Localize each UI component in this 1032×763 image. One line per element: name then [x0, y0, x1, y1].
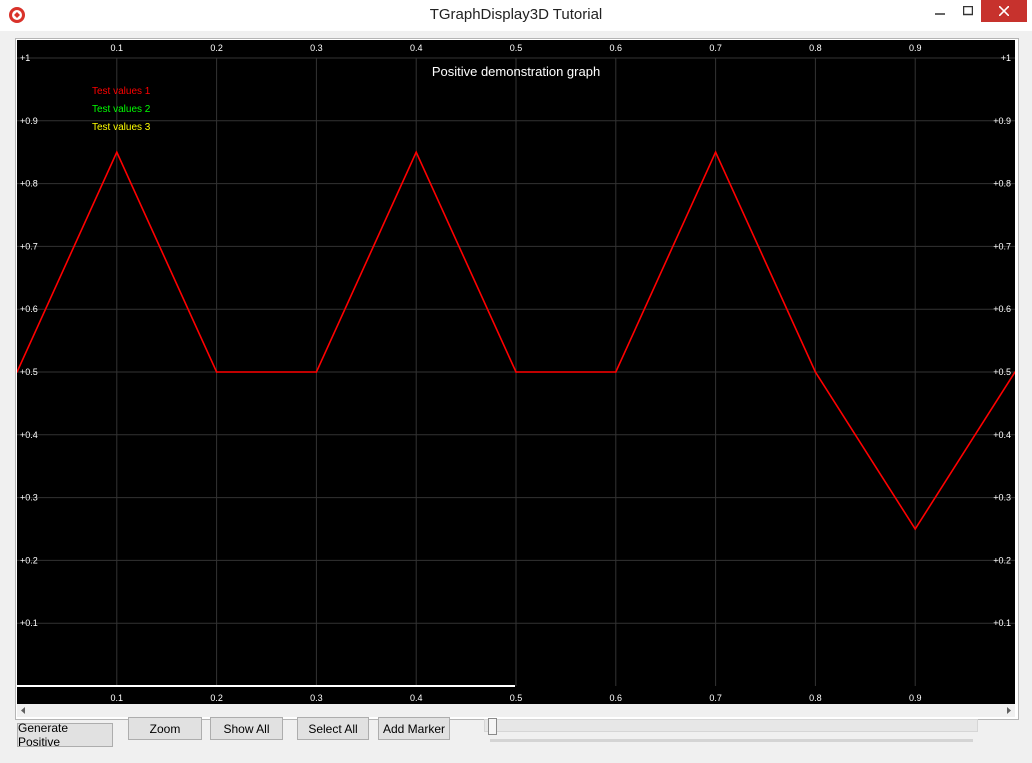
x-tick-label-top: 0.5 — [510, 43, 523, 53]
y-tick-label-right: +0.3 — [993, 493, 1011, 503]
legend-entry-1: Test values 1 — [92, 86, 151, 97]
data-point — [415, 151, 418, 153]
x-tick-label-bottom: 0.2 — [210, 693, 223, 703]
select-all-button[interactable]: Select All — [297, 717, 369, 740]
data-point — [914, 528, 916, 530]
zoom-button[interactable]: Zoom — [128, 717, 202, 740]
legend-entry-2: Test values 2 — [92, 104, 151, 115]
x-tick-label-bottom: 0.8 — [809, 693, 822, 703]
data-point — [215, 371, 218, 373]
x-tick-label-top: 0.8 — [809, 43, 822, 53]
legend-entry-3: Test values 3 — [92, 122, 151, 133]
position-slider[interactable] — [484, 718, 978, 744]
y-tick-label-right: +0.7 — [993, 241, 1011, 251]
y-tick-label-left: +1 — [20, 53, 30, 63]
x-tick-label-bottom: 0.9 — [909, 693, 922, 703]
x-tick-label-bottom: 0.6 — [610, 693, 623, 703]
slider-groove — [490, 739, 973, 742]
x-tick-label-bottom: 0.5 — [510, 693, 523, 703]
x-tick-label-bottom: 0.1 — [111, 693, 124, 703]
y-tick-label-left: +0.2 — [20, 555, 38, 565]
maximize-icon — [962, 6, 973, 16]
x-tick-label-bottom: 0.3 — [310, 693, 323, 703]
x-tick-label-top: 0.2 — [210, 43, 223, 53]
y-tick-label-right: +0.6 — [993, 304, 1011, 314]
data-point — [315, 371, 318, 373]
x-tick-label-bottom: 0.4 — [410, 693, 423, 703]
generate-positive-button[interactable]: Generate Positive — [17, 721, 113, 749]
y-tick-label-right: +0.8 — [993, 179, 1011, 189]
maximize-button[interactable] — [954, 0, 981, 22]
y-tick-label-left: +0.4 — [20, 430, 38, 440]
x-tick-label-top: 0.7 — [709, 43, 722, 53]
slider-track[interactable] — [484, 719, 978, 732]
legend: Test values 1 Test values 2 Test values 3 — [92, 86, 151, 133]
y-tick-label-right: +0.1 — [993, 618, 1011, 628]
x-tick-label-top: 0.3 — [310, 43, 323, 53]
y-tick-label-right: +0.4 — [993, 430, 1011, 440]
title-bar: TGraphDisplay3D Tutorial — [0, 0, 1032, 31]
data-point — [515, 371, 517, 373]
data-point — [615, 371, 617, 373]
y-tick-label-left: +0.6 — [20, 304, 38, 314]
y-tick-label-left: +0.3 — [20, 493, 38, 503]
add-marker-button[interactable]: Add Marker — [378, 717, 450, 740]
show-all-button[interactable]: Show All — [210, 717, 283, 740]
y-tick-label-left: +0.7 — [20, 241, 38, 251]
y-tick-label-right: +0.2 — [993, 555, 1011, 565]
window-title: TGraphDisplay3D Tutorial — [429, 6, 603, 23]
y-tick-label-left: +0.8 — [20, 179, 38, 189]
y-tick-label-right: +1 — [1001, 53, 1011, 63]
data-point — [116, 151, 118, 153]
close-button[interactable] — [981, 0, 1027, 22]
minimize-button[interactable] — [925, 0, 954, 22]
close-icon — [999, 6, 1009, 16]
x-tick-label-top: 0.1 — [111, 43, 124, 53]
scroll-right-arrow-icon[interactable] — [1002, 704, 1015, 717]
x-tick-label-bottom: 0.7 — [709, 693, 722, 703]
data-point — [814, 371, 817, 373]
y-tick-label-left: +0.5 — [20, 367, 38, 377]
chart-title: Positive demonstration graph — [432, 64, 600, 79]
x-tick-label-top: 0.9 — [909, 43, 922, 53]
y-tick-label-right: +0.9 — [993, 116, 1011, 126]
x-tick-label-top: 0.6 — [610, 43, 623, 53]
data-point — [714, 151, 717, 153]
y-tick-label-left: +0.1 — [20, 618, 38, 628]
slider-thumb[interactable] — [488, 718, 497, 735]
scroll-left-arrow-icon[interactable] — [17, 704, 30, 717]
x-tick-label-top: 0.4 — [410, 43, 423, 53]
y-tick-label-right: +0.5 — [993, 367, 1011, 377]
horizontal-scrollbar[interactable] — [17, 704, 1015, 717]
y-tick-label-left: +0.9 — [20, 116, 38, 126]
minimize-icon — [934, 13, 945, 15]
graph-display[interactable]: 0.1 0.2 0.3 0.4 0.5 0.6 0.7 0.8 0.9 0.1 0.2 0.3 0.4… — [17, 40, 1015, 704]
